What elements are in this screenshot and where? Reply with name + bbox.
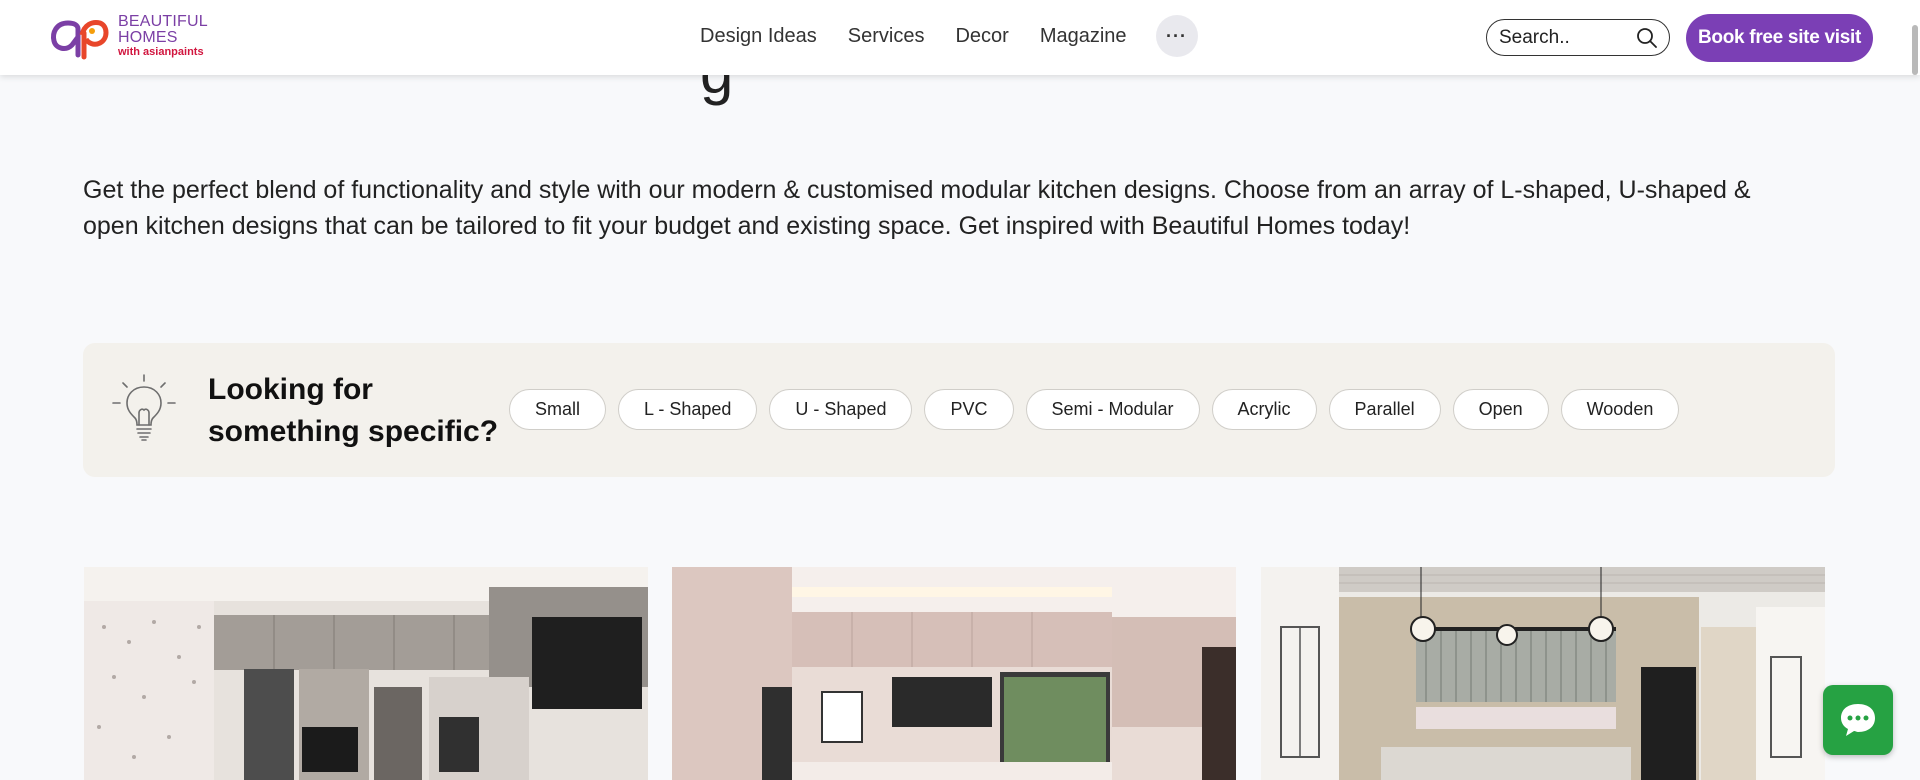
kitchen-card-3[interactable] <box>1261 567 1825 780</box>
beautiful-homes-logo[interactable]: BEAUTIFUL HOMES with asianpaints <box>48 11 228 61</box>
chip-small[interactable]: Small <box>509 389 607 430</box>
filter-chips: Small L - Shaped U - Shaped PVC Semi - M… <box>509 389 1691 430</box>
lightbulb-icon <box>112 374 176 441</box>
chip-pvc[interactable]: PVC <box>924 389 1014 430</box>
kitchen-image-pink-cabinets-icon <box>672 567 1236 780</box>
chip-parallel[interactable]: Parallel <box>1328 389 1441 430</box>
looking-for-title: Looking for something specific? <box>208 369 508 453</box>
chip-l-shaped[interactable]: L - Shaped <box>618 389 758 430</box>
intro-paragraph: Get the perfect blend of functionality a… <box>83 176 1751 240</box>
chat-button[interactable] <box>1823 685 1893 755</box>
logo-line-1: BEAUTIFUL <box>118 12 208 30</box>
chip-semi-modular[interactable]: Semi - Modular <box>1025 389 1200 430</box>
chat-bubble-icon <box>1841 704 1875 736</box>
logo-line-3: with asianpaints <box>118 45 204 58</box>
scrollbar-thumb[interactable] <box>1912 25 1918 75</box>
chip-u-shaped[interactable]: U - Shaped <box>769 389 913 430</box>
chip-acrylic[interactable]: Acrylic <box>1211 389 1317 430</box>
kitchen-image-grey-cabinets-icon <box>84 567 648 780</box>
kitchen-card-2[interactable] <box>672 567 1236 780</box>
nav-magazine[interactable]: Magazine <box>1040 25 1127 48</box>
top-header: BEAUTIFUL HOMES with asianpaints Design … <box>0 0 1920 75</box>
logo-text: BEAUTIFUL HOMES with asianpaints <box>118 12 208 59</box>
kitchen-image-island-pendant-lights-icon <box>1261 567 1825 780</box>
title-line-1: Looking for <box>208 373 373 406</box>
more-menu-button[interactable]: ··· <box>1155 15 1198 57</box>
main-nav: Design Ideas Services Decor Magazine ··· <box>700 0 1198 72</box>
chip-open[interactable]: Open <box>1452 389 1549 430</box>
asianpaints-logo-icon <box>51 20 109 60</box>
looking-for-specific-panel: Looking for something specific? Small L … <box>83 343 1835 477</box>
nav-design-ideas[interactable]: Design Ideas <box>700 25 817 48</box>
search-box <box>1486 19 1670 56</box>
logo-line-2: HOMES <box>118 28 178 46</box>
book-site-visit-button[interactable]: Book free site visit <box>1686 14 1873 62</box>
kitchen-card-1[interactable] <box>84 567 648 780</box>
title-line-2: something specific? <box>208 415 499 448</box>
search-icon[interactable] <box>1636 27 1658 49</box>
ellipsis-icon: ··· <box>1166 25 1188 46</box>
nav-services[interactable]: Services <box>848 25 925 48</box>
nav-decor[interactable]: Decor <box>955 25 1008 48</box>
search-input[interactable] <box>1499 26 1634 49</box>
chip-wooden[interactable]: Wooden <box>1560 389 1680 430</box>
